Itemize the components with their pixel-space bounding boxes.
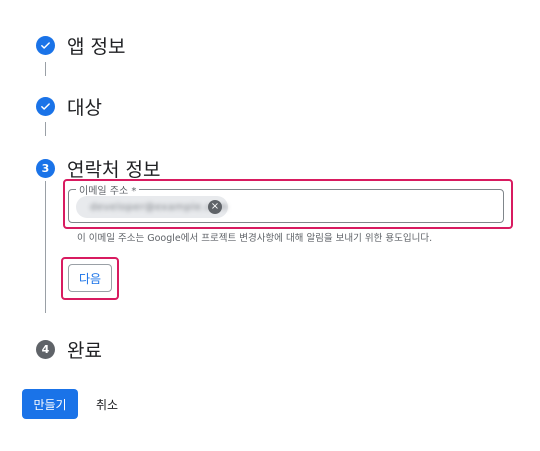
- create-button[interactable]: 만들기: [22, 389, 78, 419]
- next-button[interactable]: 다음: [68, 264, 112, 292]
- email-chip: developer@example.com ×: [76, 196, 228, 218]
- step-audience[interactable]: 대상: [36, 93, 102, 120]
- step-connector: [45, 181, 46, 313]
- step-title: 대상: [67, 97, 102, 119]
- email-helper-text: 이 이메일 주소는 Google에서 프로젝트 변경사항에 대해 알림을 보내기…: [77, 233, 433, 244]
- step-title: 앱 정보: [67, 36, 126, 58]
- close-circle-icon[interactable]: ×: [208, 200, 222, 214]
- check-icon: [36, 36, 55, 55]
- step-title: 연락처 정보: [67, 159, 161, 181]
- step-title: 완료: [67, 340, 102, 362]
- step-done[interactable]: 4 완료: [36, 336, 102, 363]
- step-number-badge: 4: [36, 340, 55, 359]
- step-contact-info: 3 연락처 정보: [36, 155, 160, 182]
- email-field-label: 이메일 주소 *: [76, 182, 140, 197]
- step-connector: [45, 122, 46, 136]
- step-app-info[interactable]: 앱 정보: [36, 32, 125, 59]
- step-connector: [45, 62, 46, 76]
- check-icon: [36, 97, 55, 116]
- cancel-button[interactable]: 취소: [90, 389, 124, 419]
- step-number-badge: 3: [36, 159, 55, 178]
